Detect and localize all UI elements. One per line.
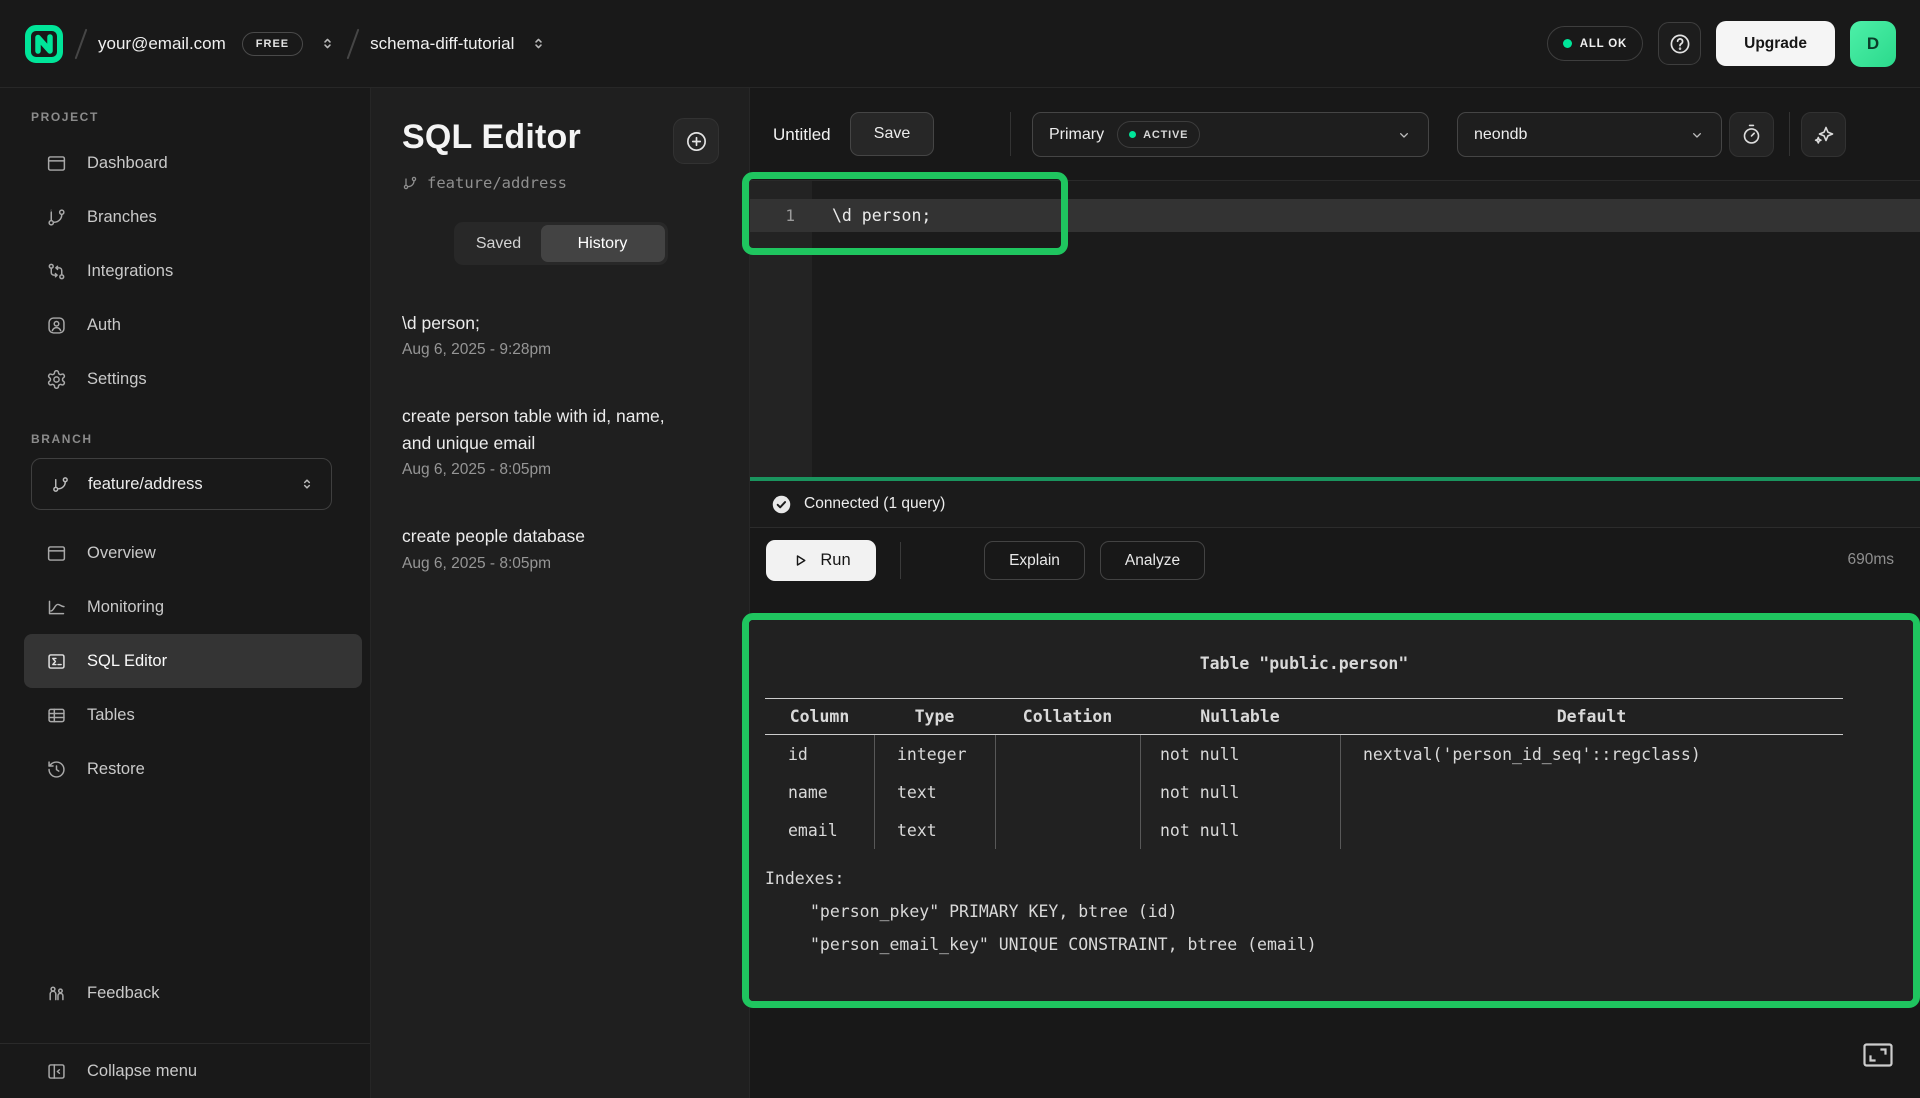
status-dot: [1563, 39, 1572, 48]
sidebar-item-settings[interactable]: Settings: [24, 352, 362, 406]
table-row: idintegernot nullnextval('person_id_seq'…: [765, 735, 1843, 773]
results-body: idintegernot nullnextval('person_id_seq'…: [765, 735, 1843, 849]
ai-assist-button[interactable]: [1801, 112, 1846, 157]
sidebar-item-restore[interactable]: Restore: [24, 742, 362, 796]
query-timing-button[interactable]: [1729, 112, 1774, 157]
chevron-down-icon: [1689, 127, 1705, 143]
compute-status-badge: ACTIVE: [1117, 121, 1200, 148]
app-root: your@email.com FREE schema-diff-tutorial…: [0, 0, 1920, 1098]
history-item[interactable]: create person table with id, name, and u…: [402, 403, 719, 479]
code-line[interactable]: \d person;: [832, 199, 931, 232]
new-query-button[interactable]: [673, 118, 719, 164]
sidebar-item-integrations[interactable]: Integrations: [24, 244, 362, 298]
index-entry: "person_email_key" UNIQUE CONSTRAINT, bt…: [765, 928, 1317, 961]
sidebar-item-overview[interactable]: Overview: [24, 526, 362, 580]
project-name: schema-diff-tutorial: [370, 34, 514, 54]
expand-results-button[interactable]: [1862, 1042, 1894, 1068]
account-email: your@email.com: [98, 34, 226, 54]
toolbar-divider: [1789, 112, 1790, 156]
table-row: nametextnot null: [765, 773, 1843, 811]
collapse-menu-button[interactable]: Collapse menu: [24, 1044, 362, 1098]
branch-selector[interactable]: feature/address: [31, 458, 332, 510]
sidebar-section-branch: BRANCH: [0, 432, 370, 446]
run-button[interactable]: Run: [766, 540, 876, 581]
page-title: SQL Editor: [402, 118, 581, 157]
sidebar: PROJECT Dashboard Branches Integrations …: [0, 88, 371, 1098]
connection-status-text: Connected (1 query): [804, 495, 945, 513]
git-branch-icon: [402, 175, 418, 191]
breadcrumb-slash: [75, 28, 88, 59]
history-item[interactable]: \d person; Aug 6, 2025 - 9:28pm: [402, 310, 719, 359]
overview-icon: [46, 543, 67, 564]
results-table-title: Table "public.person": [765, 654, 1843, 673]
account-selector-chevron-icon[interactable]: [319, 35, 336, 52]
dashboard-icon: [46, 153, 67, 174]
table-row: emailtextnot null: [765, 811, 1843, 849]
saved-history-tabs: Saved History: [454, 222, 668, 265]
sidebar-item-dashboard[interactable]: Dashboard: [24, 136, 362, 190]
integrations-icon: [46, 261, 67, 282]
indexes-block: Indexes: "person_pkey" PRIMARY KEY, btre…: [765, 862, 1317, 961]
toolbar-divider: [1010, 112, 1011, 156]
history-item[interactable]: create people database Aug 6, 2025 - 8:0…: [402, 523, 719, 572]
panel-branch-label: feature/address: [402, 174, 719, 192]
top-bar: your@email.com FREE schema-diff-tutorial…: [0, 0, 1920, 88]
status-label: ALL OK: [1580, 38, 1627, 50]
chevron-down-icon: [1396, 127, 1412, 143]
sidebar-item-tables[interactable]: Tables: [24, 688, 362, 742]
sidebar-item-feedback[interactable]: Feedback: [24, 966, 362, 1020]
index-entry: "person_pkey" PRIMARY KEY, btree (id): [765, 895, 1317, 928]
line-number: 1: [750, 199, 795, 232]
tables-icon: [46, 705, 67, 726]
sidebar-section-project: PROJECT: [0, 110, 370, 124]
status-pill[interactable]: ALL OK: [1547, 26, 1643, 61]
sidebar-item-monitoring[interactable]: Monitoring: [24, 580, 362, 634]
feedback-people-icon: [46, 983, 67, 1004]
project-selector-chevron-icon[interactable]: [530, 35, 547, 52]
code-editor[interactable]: 1 \d person;: [750, 181, 1920, 477]
explain-button[interactable]: Explain: [984, 541, 1085, 580]
collapse-panel-icon: [46, 1061, 67, 1082]
results-output: Table "public.person" Column Type Collat…: [749, 620, 1913, 1001]
branch-selector-chevron-icon: [299, 476, 315, 492]
connection-status-bar: Connected (1 query): [750, 481, 1920, 528]
sql-editor-panel: SQL Editor feature/address Saved History…: [371, 88, 750, 1098]
active-dot: [1129, 131, 1136, 138]
compute-selector[interactable]: Primary ACTIVE: [1032, 112, 1429, 157]
restore-history-icon: [46, 759, 67, 780]
results-header-row: Column Type Collation Nullable Default: [765, 698, 1843, 735]
database-selector[interactable]: neondb: [1457, 112, 1722, 157]
git-branch-icon: [46, 207, 67, 228]
monitoring-chart-icon: [46, 597, 67, 618]
help-button[interactable]: [1658, 22, 1701, 65]
upgrade-button[interactable]: Upgrade: [1716, 21, 1835, 66]
neon-logo[interactable]: [24, 24, 64, 64]
analyze-button[interactable]: Analyze: [1100, 541, 1205, 580]
sidebar-item-auth[interactable]: Auth: [24, 298, 362, 352]
tab-history[interactable]: History: [541, 225, 665, 262]
sidebar-item-branches[interactable]: Branches: [24, 190, 362, 244]
check-circle-icon: [771, 494, 792, 515]
tab-saved[interactable]: Saved: [457, 225, 541, 262]
play-icon: [791, 551, 810, 570]
query-duration: 690ms: [1847, 528, 1894, 592]
history-list: \d person; Aug 6, 2025 - 9:28pm create p…: [402, 310, 719, 573]
query-actions-bar: Run Explain Analyze 690ms: [750, 528, 1920, 592]
settings-gear-icon: [46, 369, 67, 390]
sql-editor-icon: [46, 651, 67, 672]
auth-user-icon: [46, 315, 67, 336]
sidebar-item-sql-editor[interactable]: SQL Editor: [24, 634, 362, 688]
avatar[interactable]: D: [1850, 21, 1896, 67]
plan-badge: FREE: [242, 32, 303, 56]
annotation-box-results: Table "public.person" Column Type Collat…: [742, 613, 1920, 1008]
actions-divider: [900, 542, 901, 579]
query-tab-untitled[interactable]: Untitled: [773, 88, 831, 181]
query-toolbar: Untitled Save Primary ACTIVE neondb: [750, 88, 1920, 181]
indexes-label: Indexes:: [765, 862, 1317, 895]
git-branch-icon: [51, 475, 70, 494]
save-button[interactable]: Save: [850, 112, 934, 156]
breadcrumb-slash: [347, 28, 360, 59]
